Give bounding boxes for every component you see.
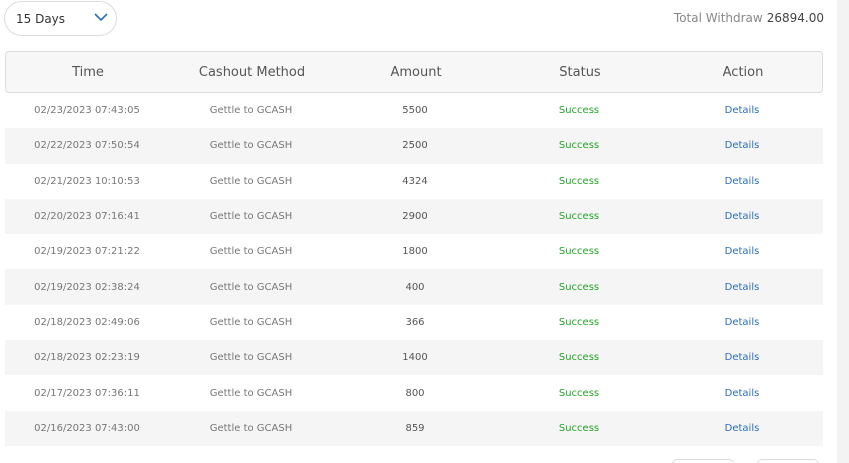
pagination-next-button[interactable] xyxy=(757,459,819,463)
cell-cashout-method: Gettle to GCASH xyxy=(209,316,293,328)
cell-cashout-method: Gettle to GCASH xyxy=(209,175,293,187)
date-range-select[interactable]: 15 Days xyxy=(4,1,117,36)
details-link[interactable]: Details xyxy=(661,234,823,269)
details-link[interactable]: Details xyxy=(661,164,823,199)
status-badge: Success xyxy=(558,140,600,152)
cell-amount: 1800 xyxy=(402,246,428,258)
total-withdraw-label: Total Withdraw xyxy=(673,11,763,25)
table-row: 02/18/2023 02:49:06 Gettle to GCASH 366 … xyxy=(5,305,823,340)
details-link[interactable]: Details xyxy=(661,305,823,340)
details-link[interactable]: Details xyxy=(661,411,823,446)
status-badge: Success xyxy=(558,246,600,258)
table-row: 02/18/2023 02:23:19 Gettle to GCASH 1400… xyxy=(5,340,823,376)
details-link[interactable]: Details xyxy=(661,375,823,410)
details-link[interactable]: Details xyxy=(661,199,823,234)
cell-time: 02/20/2023 07:16:41 xyxy=(34,211,140,223)
withdraw-history-page: 15 Days Total Withdraw 26894.00 Time Cash… xyxy=(0,0,849,463)
table-row: 02/20/2023 07:16:41 Gettle to GCASH 2900… xyxy=(5,198,823,235)
table-row: 02/19/2023 07:21:22 Gettle to GCASH 1800… xyxy=(5,234,823,269)
status-badge: Success xyxy=(558,105,600,117)
column-header-amount: Amount xyxy=(390,64,442,80)
cell-time: 02/18/2023 02:49:06 xyxy=(34,316,140,328)
table-row: 02/16/2023 07:43:00 Gettle to GCASH 859 … xyxy=(5,410,823,446)
cell-amount: 1400 xyxy=(402,352,428,364)
status-badge: Success xyxy=(558,422,600,434)
cell-amount: 2900 xyxy=(402,211,428,223)
cell-time: 02/23/2023 07:43:05 xyxy=(34,105,140,117)
cell-time: 02/19/2023 07:21:22 xyxy=(34,246,140,258)
details-link[interactable]: Details xyxy=(661,340,823,375)
details-link[interactable]: Details xyxy=(661,128,823,163)
cell-cashout-method: Gettle to GCASH xyxy=(209,105,293,117)
cell-time: 02/18/2023 02:23:19 xyxy=(34,352,140,364)
status-badge: Success xyxy=(558,387,600,399)
table-row: 02/23/2023 07:43:05 Gettle to GCASH 5500… xyxy=(5,93,823,128)
details-link[interactable]: Details xyxy=(661,93,823,128)
cell-cashout-method: Gettle to GCASH xyxy=(209,246,293,258)
total-withdraw: Total Withdraw 26894.00 xyxy=(674,11,824,25)
pagination-prev-button[interactable] xyxy=(672,459,734,463)
cell-time: 02/22/2023 07:50:54 xyxy=(34,140,140,152)
cell-time: 02/17/2023 07:36:11 xyxy=(34,387,140,399)
status-badge: Success xyxy=(558,316,600,328)
cell-cashout-method: Gettle to GCASH xyxy=(209,422,293,434)
chevron-down-icon xyxy=(94,13,108,22)
cell-cashout-method: Gettle to GCASH xyxy=(209,387,293,399)
cell-cashout-method: Gettle to GCASH xyxy=(209,140,293,152)
cell-time: 02/16/2023 07:43:00 xyxy=(34,422,140,434)
status-badge: Success xyxy=(558,352,600,364)
status-badge: Success xyxy=(558,175,600,187)
table-row: 02/17/2023 07:36:11 Gettle to GCASH 800 … xyxy=(5,375,823,410)
cell-cashout-method: Gettle to GCASH xyxy=(209,281,293,293)
table-row: 02/19/2023 02:38:24 Gettle to GCASH 400 … xyxy=(5,269,823,305)
cell-amount: 5500 xyxy=(402,105,428,117)
scrollbar-track[interactable] xyxy=(837,0,849,463)
date-range-value: 15 Days xyxy=(16,11,66,26)
table-header: Time Cashout Method Amount Status Action xyxy=(5,51,823,93)
column-header-action: Action xyxy=(722,64,764,80)
table-row: 02/21/2023 10:10:53 Gettle to GCASH 4324… xyxy=(5,164,823,199)
cell-amount: 366 xyxy=(405,316,425,328)
cell-cashout-method: Gettle to GCASH xyxy=(209,352,293,364)
column-header-time: Time xyxy=(72,64,104,80)
cell-cashout-method: Gettle to GCASH xyxy=(209,211,293,223)
cell-amount: 400 xyxy=(405,281,425,293)
column-header-status: Status xyxy=(559,64,601,80)
cell-time: 02/19/2023 02:38:24 xyxy=(34,281,140,293)
withdraw-table-body: 02/23/2023 07:43:05 Gettle to GCASH 5500… xyxy=(5,93,823,446)
status-badge: Success xyxy=(558,281,600,293)
details-link[interactable]: Details xyxy=(661,269,823,304)
column-header-cashout-method: Cashout Method xyxy=(198,64,306,80)
cell-amount: 2500 xyxy=(402,140,428,152)
total-withdraw-value: 26894.00 xyxy=(766,11,824,25)
cell-amount: 4324 xyxy=(402,175,428,187)
cell-amount: 800 xyxy=(405,387,425,399)
cell-time: 02/21/2023 10:10:53 xyxy=(34,175,140,187)
status-badge: Success xyxy=(558,211,600,223)
cell-amount: 859 xyxy=(405,422,425,434)
table-row: 02/22/2023 07:50:54 Gettle to GCASH 2500… xyxy=(5,128,823,164)
